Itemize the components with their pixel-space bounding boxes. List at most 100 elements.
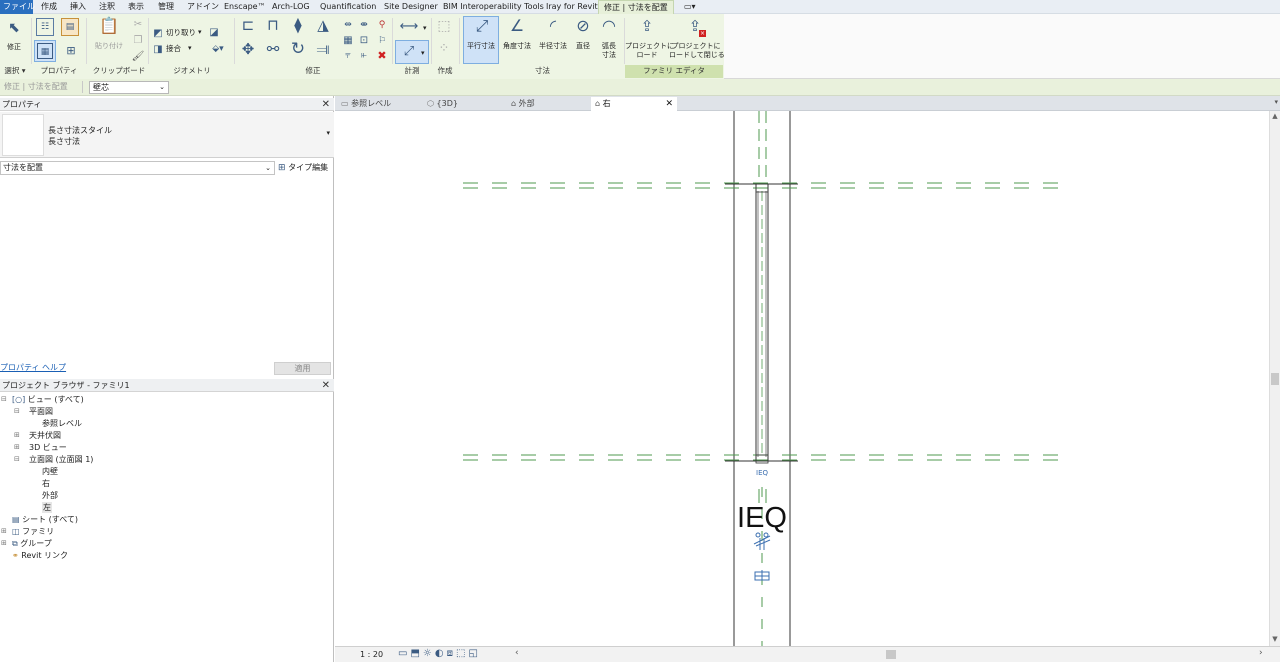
join-geometry-button[interactable]: 接合	[166, 44, 181, 53]
tree-item-ceiling-plans[interactable]: 天井伏図	[29, 430, 61, 441]
tree-item-left[interactable]: 左	[42, 502, 52, 513]
delete-icon[interactable]: ✖	[376, 48, 388, 64]
tree-item-views[interactable]: [○] ビュー (すべて)	[12, 394, 84, 405]
modify-button[interactable]: 修正	[2, 43, 26, 52]
close-icon[interactable]: ✕	[322, 379, 330, 392]
cut-geometry-icon[interactable]: ◩	[152, 26, 164, 42]
scroll-right-icon[interactable]: ›	[1259, 648, 1263, 658]
family-types-icon[interactable]: ▦	[37, 43, 53, 59]
show-crop-icon[interactable]: ⬚	[456, 648, 468, 659]
scroll-left-icon[interactable]: ‹	[515, 648, 519, 658]
collapse-icon[interactable]: ⊟	[14, 455, 20, 463]
join-geometry-icon[interactable]: ◨	[152, 42, 164, 58]
diameter-dimension-icon[interactable]: ⊘	[572, 18, 594, 34]
arc-length-label-2[interactable]: 寸法	[597, 51, 621, 60]
cursor-arrow-icon[interactable]: ⬉	[8, 20, 20, 36]
properties-icon[interactable]: ☷	[36, 18, 54, 36]
detail-level-icon[interactable]: ▭	[398, 648, 410, 659]
move-icon[interactable]: ✥	[238, 41, 258, 57]
select-panel-label[interactable]: 選択 ▾	[0, 65, 30, 77]
collapse-icon[interactable]: ⊟	[1, 395, 7, 403]
view-controls-icons[interactable]: ▭⬒☼◐⧈⬚◱	[398, 648, 481, 660]
view-tab-exterior[interactable]: ⌂ 外部	[507, 97, 591, 111]
close-icon[interactable]: ✕	[322, 98, 330, 111]
trim-extend-icon[interactable]: ⫥	[313, 41, 333, 57]
tab-site-designer[interactable]: Site Designer	[384, 0, 438, 14]
measure-along-icon[interactable]: ⤢	[398, 44, 420, 60]
arc-length-dimension-icon[interactable]: ◠	[598, 18, 620, 34]
scroll-down-icon[interactable]: ▼	[1270, 635, 1280, 643]
tree-item-interior[interactable]: 内壁	[42, 466, 58, 477]
wall-location-select[interactable]: 壁芯 ⌄	[89, 81, 169, 94]
tree-item-revit-links[interactable]: ⚭ Revit リンク	[12, 550, 68, 561]
expand-icon[interactable]: ⊞	[1, 527, 7, 535]
tree-item-families[interactable]: ◫ ファミリ	[12, 526, 54, 537]
radial-dimension-icon[interactable]: ◜	[542, 18, 564, 34]
mirror-draw-icon[interactable]: ◮	[313, 17, 333, 33]
tab-insert[interactable]: 挿入	[70, 0, 86, 14]
apply-button[interactable]: 適用	[274, 362, 331, 375]
tab-modify-place-dimension[interactable]: 修正 | 寸法を配置	[598, 0, 674, 14]
host-symbol-icon[interactable]	[754, 570, 770, 581]
mirror-axis-icon[interactable]: ⧫	[288, 17, 308, 33]
load-into-project-label-1[interactable]: プロジェクトに	[625, 42, 674, 51]
diameter-dimension-button[interactable]: 直径	[571, 42, 595, 51]
demolish-icon[interactable]: ⬙▾	[207, 41, 229, 57]
shadows-icon[interactable]: ◐	[435, 648, 447, 659]
vertical-scrollbar[interactable]: ▲ ▼	[1269, 111, 1280, 646]
load-and-close-label-2[interactable]: ロードして閉じる	[669, 51, 725, 60]
tree-item-3d-views[interactable]: 3D ビュー	[29, 442, 67, 453]
tab-iray[interactable]: Iray for Revit	[546, 0, 598, 14]
copy-element-icon[interactable]: ⚯	[263, 41, 283, 57]
tree-item-elevations[interactable]: 立面図 (立面図 1)	[29, 454, 93, 465]
scale-icon[interactable]: ⊡	[357, 33, 371, 49]
rotate-icon[interactable]: ↻	[288, 41, 308, 58]
create-group-icon[interactable]: ⁘	[434, 41, 454, 57]
close-icon[interactable]: ✕	[665, 97, 673, 111]
tab-file[interactable]: ファイル	[0, 0, 35, 14]
aligned-dimension-icon[interactable]: ⤢	[471, 18, 493, 34]
crop-icon[interactable]: ⧈	[447, 648, 456, 659]
arc-length-label-1[interactable]: 弧長	[597, 42, 621, 51]
tree-item-right[interactable]: 右	[42, 478, 50, 489]
tab-addins[interactable]: アドイン	[187, 0, 219, 14]
horizontal-scroll-thumb[interactable]	[886, 650, 896, 659]
scroll-thumb[interactable]	[1271, 373, 1279, 385]
tab-bim-interoperability[interactable]: BIM Interoperability Tools	[443, 0, 544, 14]
tab-manage[interactable]: 管理	[158, 0, 174, 14]
copy-icon[interactable]: ❐	[131, 33, 145, 49]
load-into-project-label-2[interactable]: ロード	[625, 51, 669, 60]
radial-dimension-button[interactable]: 半径寸法	[535, 42, 571, 51]
create-similar-icon[interactable]: ⬚	[434, 18, 454, 34]
tab-annotate[interactable]: 注釈	[99, 0, 115, 14]
tree-item-floor-plans[interactable]: 平面図	[29, 406, 53, 417]
load-and-close-label-1[interactable]: プロジェクトに	[669, 42, 723, 51]
view-tab-ref-level[interactable]: ▭ 参照レベル	[337, 97, 421, 111]
load-into-project-icon[interactable]: ⇪	[636, 18, 658, 34]
angular-dimension-button[interactable]: 角度寸法	[499, 42, 535, 51]
type-selector[interactable]: 長さ寸法スタイル 長さ寸法 ▾	[0, 112, 334, 158]
collapse-icon[interactable]: ⊟	[14, 407, 20, 415]
tab-enscape[interactable]: Enscape™	[224, 0, 266, 14]
expand-icon[interactable]: ⊞	[1, 539, 7, 547]
edit-type-button[interactable]: ⊞ タイプ編集	[278, 161, 332, 175]
view-tab-right[interactable]: ⌂ 右 ✕	[591, 97, 677, 111]
unpin-icon[interactable]: ⚐	[376, 33, 388, 49]
angular-dimension-icon[interactable]: ∠	[506, 18, 528, 34]
properties-help-link[interactable]: プロパティ ヘルプ	[0, 362, 66, 373]
pin-icon[interactable]: ⚲	[376, 17, 388, 33]
aligned-dimension-button[interactable]: 平行寸法	[463, 42, 499, 51]
split-gap-icon[interactable]: ⇼	[357, 17, 371, 33]
measure-between-icon[interactable]: ⟷	[396, 19, 422, 35]
view-tab-3d[interactable]: ⬡ {3D}	[423, 97, 507, 111]
visual-style-icon[interactable]: ⬒	[410, 648, 422, 659]
trim-multiple-icon[interactable]: ⫧	[341, 48, 355, 64]
instance-filter-select[interactable]: 寸法を配置 ⌄	[0, 161, 275, 175]
cut-icon[interactable]: ✂	[131, 17, 145, 33]
view-scale[interactable]: 1 : 20	[360, 649, 383, 660]
tree-item-exterior[interactable]: 外部	[42, 490, 58, 501]
tree-item-groups[interactable]: ⧉ グループ	[12, 538, 52, 549]
wall-joins-icon[interactable]: ◪	[207, 25, 221, 41]
expand-icon[interactable]: ⊞	[14, 431, 20, 439]
cut-geometry-button[interactable]: 切り取り	[166, 28, 196, 37]
